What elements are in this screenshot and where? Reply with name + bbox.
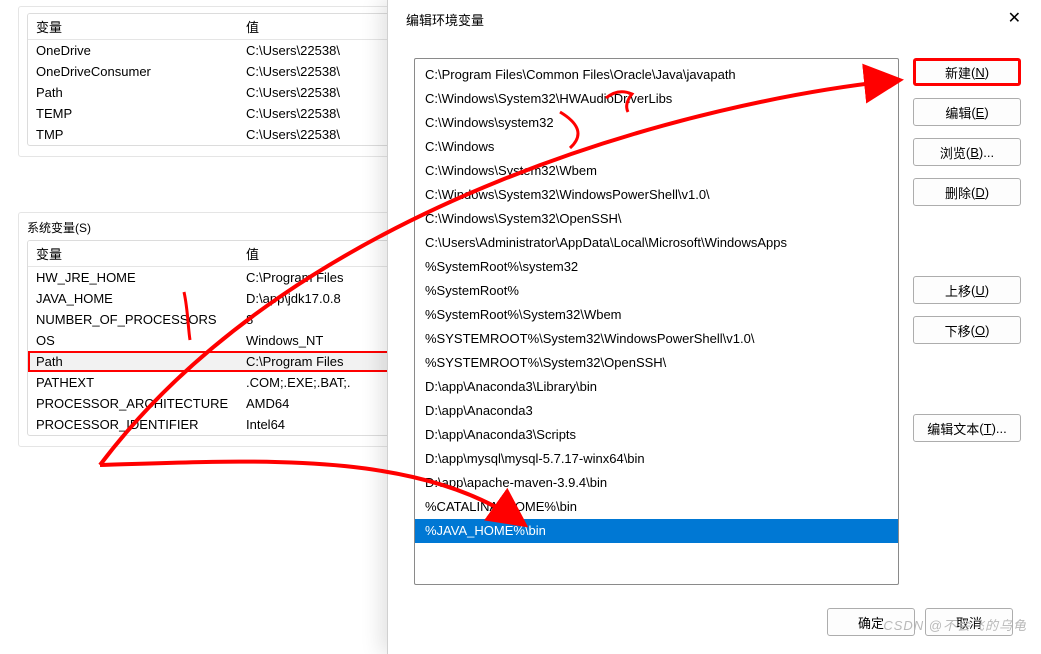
path-entries-list[interactable]: C:\Program Files\Common Files\Oracle\Jav… — [414, 58, 899, 585]
list-item[interactable]: %SYSTEMROOT%\System32\WindowsPowerShell\… — [415, 327, 898, 351]
cell-variable: NUMBER_OF_PROCESSORS — [28, 309, 238, 330]
list-item[interactable]: %SystemRoot% — [415, 279, 898, 303]
header-variable: 变量 — [28, 241, 238, 266]
cell-variable: OneDriveConsumer — [28, 61, 238, 82]
list-item[interactable]: %SystemRoot%\System32\Wbem — [415, 303, 898, 327]
edit-env-var-dialog: 编辑环境变量 ✕ C:\Program Files\Common Files\O… — [387, 0, 1041, 654]
list-item[interactable]: C:\Windows\system32 — [415, 111, 898, 135]
close-icon[interactable]: ✕ — [1000, 8, 1029, 30]
cell-variable: TEMP — [28, 103, 238, 124]
cell-variable: TMP — [28, 124, 238, 145]
cell-variable: Path — [28, 351, 238, 372]
button-column: 新建(N) 编辑(E) 浏览(B)... 删除(D) 上移(U) 下移(O) 编… — [913, 58, 1021, 594]
list-item[interactable]: D:\app\mysql\mysql-5.7.17-winx64\bin — [415, 447, 898, 471]
new-button[interactable]: 新建(N) — [913, 58, 1021, 86]
list-item[interactable]: D:\app\Anaconda3\Scripts — [415, 423, 898, 447]
cell-variable: OneDrive — [28, 40, 238, 61]
dialog-titlebar: 编辑环境变量 ✕ — [388, 0, 1041, 38]
move-down-button[interactable]: 下移(O) — [913, 316, 1021, 344]
list-item[interactable]: D:\app\apache-maven-3.9.4\bin — [415, 471, 898, 495]
edit-text-button[interactable]: 编辑文本(T)... — [913, 414, 1021, 442]
list-item[interactable]: C:\Windows\System32\HWAudioDriverLibs — [415, 87, 898, 111]
list-item[interactable]: C:\Windows\System32\Wbem — [415, 159, 898, 183]
edit-button[interactable]: 编辑(E) — [913, 98, 1021, 126]
list-item[interactable]: %CATALINA_HOME%\bin — [415, 495, 898, 519]
list-item[interactable]: C:\Windows — [415, 135, 898, 159]
list-item[interactable]: C:\Program Files\Common Files\Oracle\Jav… — [415, 63, 898, 87]
list-item[interactable]: %SystemRoot%\system32 — [415, 255, 898, 279]
cell-variable: HW_JRE_HOME — [28, 267, 238, 288]
list-item[interactable]: D:\app\Anaconda3 — [415, 399, 898, 423]
watermark: CSDN @不会飞的乌龟 — [883, 615, 1027, 634]
list-item[interactable]: %SYSTEMROOT%\System32\OpenSSH\ — [415, 351, 898, 375]
header-variable: 变量 — [28, 14, 238, 39]
cell-variable: OS — [28, 330, 238, 351]
list-item[interactable]: C:\Users\Administrator\AppData\Local\Mic… — [415, 231, 898, 255]
list-item[interactable]: D:\app\Anaconda3\Library\bin — [415, 375, 898, 399]
list-item[interactable]: %JAVA_HOME%\bin — [415, 519, 898, 543]
cell-variable: Path — [28, 82, 238, 103]
list-item[interactable]: C:\Windows\System32\WindowsPowerShell\v1… — [415, 183, 898, 207]
cell-variable: PROCESSOR_IDENTIFIER — [28, 414, 238, 435]
cell-variable: PROCESSOR_ARCHITECTURE — [28, 393, 238, 414]
delete-button[interactable]: 删除(D) — [913, 178, 1021, 206]
list-item[interactable]: C:\Windows\System32\OpenSSH\ — [415, 207, 898, 231]
move-up-button[interactable]: 上移(U) — [913, 276, 1021, 304]
cell-variable: PATHEXT — [28, 372, 238, 393]
browse-button[interactable]: 浏览(B)... — [913, 138, 1021, 166]
cell-variable: JAVA_HOME — [28, 288, 238, 309]
dialog-title: 编辑环境变量 — [406, 10, 484, 29]
